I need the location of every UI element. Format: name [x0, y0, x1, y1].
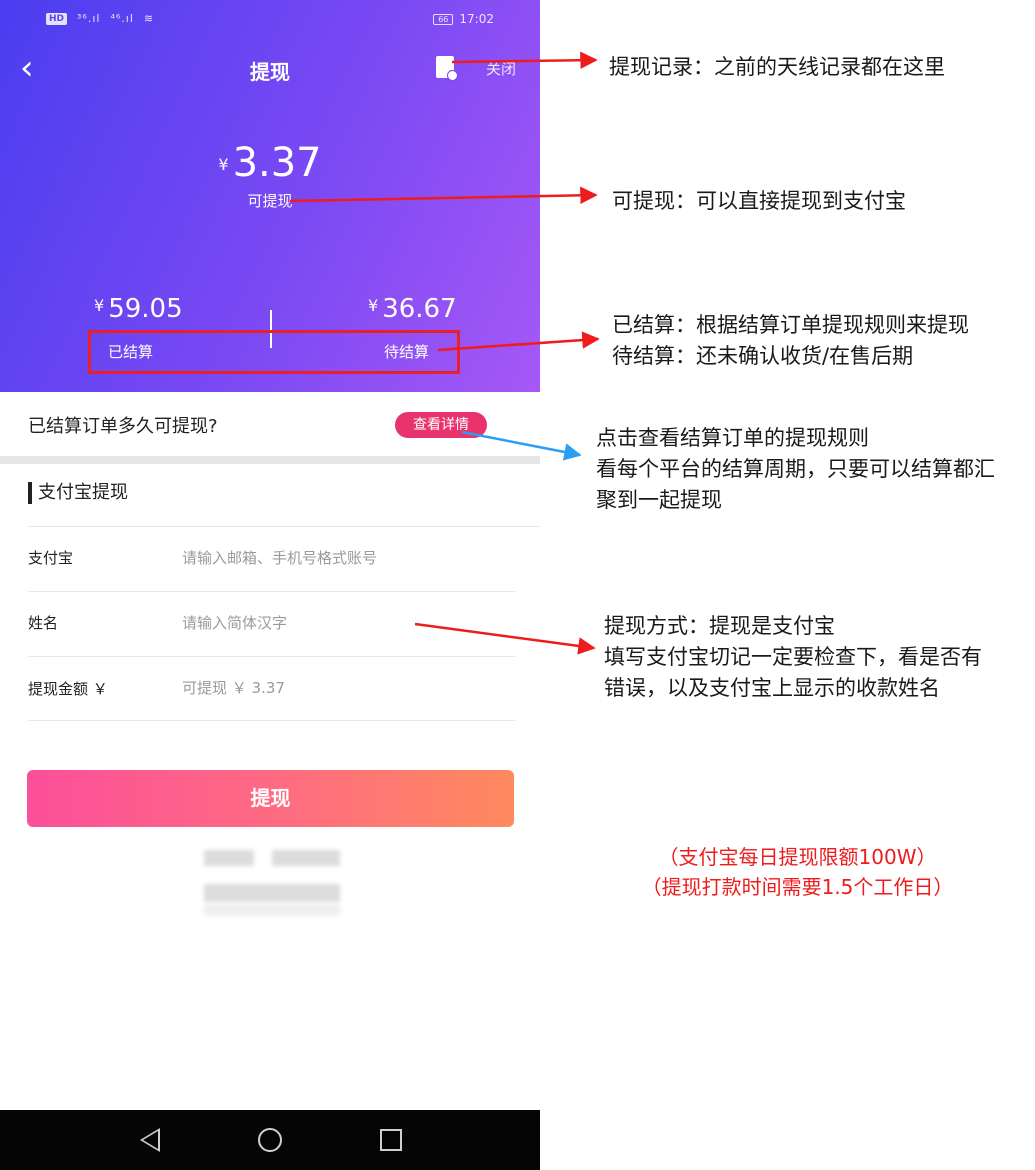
- balance-header: HD ³⁶.ıl ⁴⁶.ıl ≋ 66 17:02 ‹ 提现 关闭 ¥3.37 …: [0, 0, 540, 392]
- nav-recent-apps-icon[interactable]: [380, 1129, 402, 1151]
- withdraw-submit-button[interactable]: 提现: [27, 770, 514, 827]
- status-right: 66 17:02: [433, 12, 494, 26]
- nav-back-icon[interactable]: [140, 1128, 160, 1152]
- annotation-settled: 已结算：根据结算订单提现规则来提现: [612, 313, 969, 337]
- alipay-section-title: 支付宝提现: [28, 482, 128, 504]
- note-payout-time: （提现打款时间需要1.5个工作日）: [641, 875, 954, 899]
- hd-badge: HD: [46, 12, 68, 25]
- annotation-rules-1: 点击查看结算订单的提现规则: [596, 426, 869, 450]
- divider: [28, 656, 515, 657]
- amount-label: 提现金额 ￥: [28, 680, 108, 698]
- alipay-account-input[interactable]: [182, 545, 502, 571]
- annotation-method-3: 错误，以及支付宝上显示的收款姓名: [604, 676, 940, 700]
- status-left: HD ³⁶.ıl ⁴⁶.ıl ≋: [46, 12, 154, 25]
- settled-value: 59.05: [108, 294, 183, 324]
- view-details-button[interactable]: 查看详情: [395, 412, 487, 438]
- settled-amount: ¥59.05: [94, 294, 183, 324]
- divider: [28, 526, 540, 527]
- clock: 17:02: [459, 12, 494, 26]
- blurred-text: [204, 850, 254, 866]
- withdraw-record-icon[interactable]: [436, 56, 458, 81]
- blurred-text: [204, 884, 340, 902]
- section-gap: [0, 456, 540, 464]
- name-input[interactable]: [182, 610, 502, 636]
- phone-screen: HD ³⁶.ıl ⁴⁶.ıl ≋ 66 17:02 ‹ 提现 关闭 ¥3.37 …: [0, 0, 540, 1170]
- available-value: 3.37: [232, 140, 322, 186]
- currency-symbol: ¥: [368, 296, 379, 315]
- signal-icon: ³⁶.ıl: [77, 12, 101, 25]
- annotation-rules-2: 看每个平台的结算周期，只要可以结算都汇: [596, 457, 995, 481]
- settlement-question-row: 已结算订单多久可提现? 查看详情: [0, 392, 540, 456]
- status-bar: HD ³⁶.ıl ⁴⁶.ıl ≋ 66 17:02: [0, 0, 540, 40]
- pending-amount: ¥36.67: [368, 294, 457, 324]
- question-text: 已结算订单多久可提现?: [28, 416, 218, 437]
- currency-symbol: ¥: [94, 296, 105, 315]
- available-amount: ¥3.37: [0, 140, 540, 186]
- battery-icon: 66: [433, 13, 454, 25]
- note-daily-limit: （支付宝每日提现限额100W）: [658, 845, 937, 869]
- nav-bar: ‹ 提现 关闭: [0, 40, 540, 96]
- signal-icon-2: ⁴⁶.ıl: [110, 12, 134, 25]
- blurred-text: [272, 850, 340, 866]
- divider: [28, 720, 515, 721]
- system-nav-bar: [0, 1110, 540, 1170]
- name-label: 姓名: [28, 614, 59, 632]
- divider: [28, 591, 515, 592]
- pending-value: 36.67: [382, 294, 457, 324]
- annotation-available: 可提现：可以直接提现到支付宝: [612, 189, 906, 213]
- available-label: 可提现: [247, 192, 293, 210]
- page-title: 提现: [250, 60, 290, 84]
- currency-symbol: ¥: [218, 155, 229, 174]
- alipay-account-label: 支付宝: [28, 549, 74, 567]
- annotation-method-1: 提现方式：提现是支付宝: [604, 614, 835, 638]
- annotation-highlight-box: [88, 330, 460, 374]
- annotation-method-2: 填写支付宝切记一定要检查下，看是否有: [604, 645, 982, 669]
- wifi-icon: ≋: [143, 12, 155, 25]
- blurred-text: [204, 904, 340, 916]
- amount-input[interactable]: [182, 675, 502, 701]
- nav-home-icon[interactable]: [258, 1128, 282, 1152]
- annotation-record: 提现记录：之前的天线记录都在这里: [609, 55, 945, 79]
- annotation-pending: 待结算：还未确认收货/在售后期: [612, 344, 914, 368]
- close-button[interactable]: 关闭: [486, 58, 516, 79]
- annotation-rules-3: 聚到一起提现: [596, 488, 722, 512]
